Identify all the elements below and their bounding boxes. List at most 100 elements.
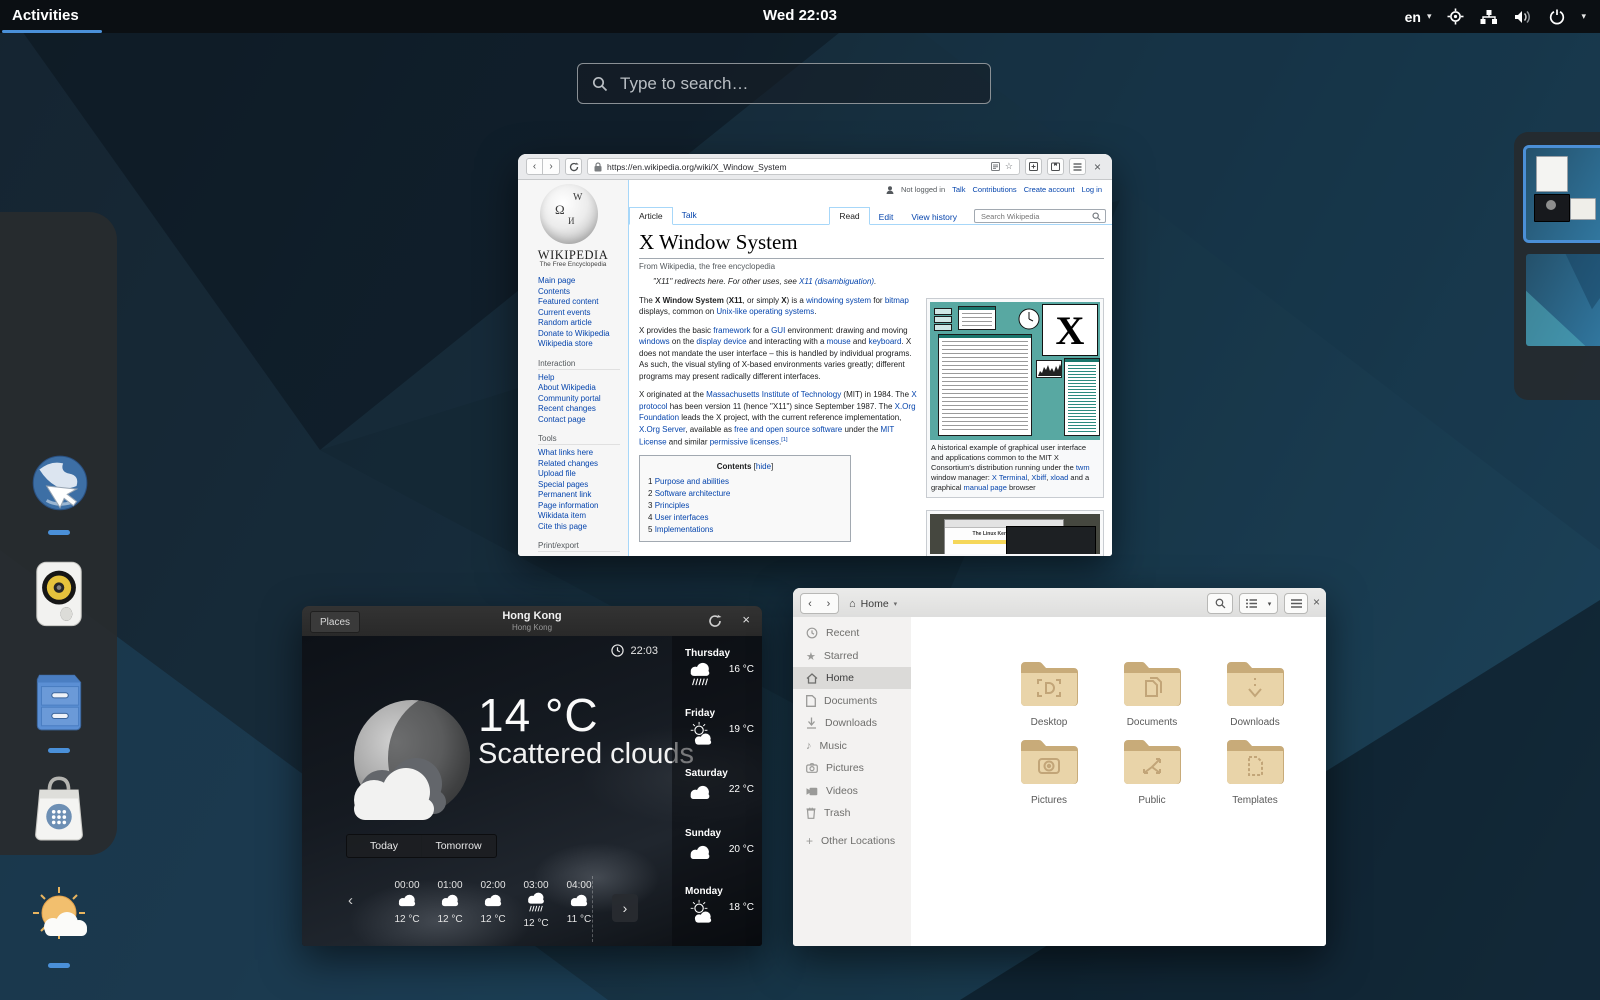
hourly-next-chevron[interactable]: › [612, 894, 638, 922]
nav-link[interactable]: Current events [538, 308, 628, 319]
nav-link[interactable]: What links here [538, 448, 628, 459]
nav-link[interactable]: Community portal [538, 394, 628, 405]
tab-talk[interactable]: Talk [673, 207, 706, 225]
sidebar-item-recent[interactable]: Recent [793, 622, 911, 644]
nav-link[interactable]: Upload file [538, 469, 628, 480]
nav-link[interactable]: Donate to Wikipedia [538, 329, 628, 340]
volume-icon[interactable] [1514, 9, 1533, 25]
url-bar[interactable]: https://en.wikipedia.org/wiki/X_Window_S… [587, 158, 1020, 175]
forward-button[interactable]: › [819, 593, 839, 614]
sidebar-item-home[interactable]: Home [793, 667, 911, 689]
folder-videos[interactable]: Videos [1315, 737, 1326, 806]
toc-link[interactable]: Implementations [655, 525, 714, 534]
toc-link[interactable]: Principles [655, 501, 690, 510]
dock-app-software[interactable] [25, 768, 93, 846]
nav-link[interactable]: Cite this page [538, 522, 628, 533]
location-icon[interactable] [1447, 8, 1464, 25]
wikipedia-globe-logo[interactable]: Ω W И [540, 184, 598, 244]
toc-link[interactable]: User interfaces [655, 513, 709, 522]
sidebar-item-trash[interactable]: Trash [793, 802, 911, 824]
folder-music[interactable]: Music [1315, 659, 1326, 728]
forward-button[interactable]: › [543, 158, 560, 175]
workspace-thumbnail-1[interactable] [1526, 148, 1600, 240]
search-input[interactable] [618, 73, 976, 95]
nav-link[interactable]: Special pages [538, 480, 628, 491]
overview-search[interactable] [577, 63, 991, 104]
today-button[interactable]: Today [346, 834, 422, 858]
talk-link[interactable]: Talk [952, 185, 965, 194]
sidebar-button[interactable] [1025, 158, 1042, 175]
wikipedia-search-box[interactable] [974, 209, 1106, 223]
close-button[interactable]: × [1091, 160, 1104, 174]
folder-pictures[interactable]: Pictures [1006, 737, 1092, 806]
nav-link[interactable]: Random article [538, 318, 628, 329]
files-window[interactable]: ‹ › ⌂ Home ▾ ▾ [793, 588, 1326, 946]
create-account-link[interactable]: Create account [1024, 185, 1075, 194]
nav-link[interactable]: Contact page [538, 415, 628, 426]
menu-button[interactable] [1069, 158, 1086, 175]
nav-link[interactable]: Page information [538, 501, 628, 512]
menu-button[interactable] [1284, 593, 1308, 614]
folder-downloads[interactable]: Downloads [1212, 659, 1298, 728]
sidebar-item-downloads[interactable]: Downloads [793, 712, 911, 734]
view-toggle-button[interactable] [1239, 593, 1263, 614]
folder-public[interactable]: Public [1109, 737, 1195, 806]
sidebar-item-other-locations[interactable]: + Other Locations [793, 830, 911, 852]
clock-button[interactable]: Wed 22:03 [0, 7, 1600, 24]
reader-mode-icon[interactable] [991, 162, 1000, 171]
view-options-chevron[interactable]: ▾ [1262, 593, 1278, 614]
toc-hide-link[interactable]: hide [756, 462, 771, 471]
reload-button[interactable] [565, 158, 582, 175]
show-applications-button[interactable] [31, 994, 89, 1000]
nav-link[interactable]: Featured content [538, 297, 628, 308]
tab-read[interactable]: Read [829, 207, 869, 225]
network-wired-icon[interactable] [1480, 9, 1498, 25]
nav-link[interactable]: Wikidata item [538, 511, 628, 522]
nav-link[interactable]: Wikipedia store [538, 339, 628, 350]
toc-link[interactable]: Purpose and abilities [655, 477, 729, 486]
library-button[interactable] [1047, 158, 1064, 175]
system-menu-chevron-icon[interactable]: ▾ [1581, 11, 1586, 22]
folder-templates[interactable]: Templates [1212, 737, 1298, 806]
back-button[interactable]: ‹ [800, 593, 820, 614]
log-in-link[interactable]: Log in [1082, 185, 1102, 194]
dock-app-files[interactable] [25, 664, 93, 738]
dock-app-weather[interactable] [25, 880, 93, 956]
tab-article[interactable]: Article [629, 207, 673, 225]
nav-link[interactable]: Permanent link [538, 490, 628, 501]
wikipedia-search-input[interactable] [979, 211, 1092, 222]
weather-window[interactable]: Places Hong Kong Hong Kong × 22:03 [302, 606, 762, 946]
dock-app-web-browser[interactable] [25, 452, 93, 518]
bookmark-star-icon[interactable]: ☆ [1005, 161, 1013, 172]
nav-link[interactable]: Main page [538, 276, 628, 287]
nav-link[interactable]: Help [538, 373, 628, 384]
sidebar-item-music[interactable]: ♪ Music [793, 735, 911, 757]
sidebar-item-documents[interactable]: Documents [793, 690, 911, 712]
tomorrow-button[interactable]: Tomorrow [421, 834, 497, 858]
second-thumbnail[interactable]: The Linux Kernel Archives [926, 510, 1104, 556]
workspace-thumbnail-2[interactable] [1526, 254, 1600, 346]
nav-link[interactable]: Recent changes [538, 404, 628, 415]
historical-x-thumbnail[interactable]: X A historical example of graphical user… [926, 298, 1104, 498]
power-icon[interactable] [1549, 9, 1565, 25]
nav-link[interactable]: Contents [538, 287, 628, 298]
nav-link[interactable]: Related changes [538, 459, 628, 470]
tab-edit[interactable]: Edit [870, 209, 903, 225]
folder-documents[interactable]: Documents [1109, 659, 1195, 728]
tab-view-history[interactable]: View history [902, 209, 966, 225]
refresh-icon[interactable] [708, 614, 722, 628]
sidebar-item-videos[interactable]: Videos [793, 780, 911, 802]
close-icon[interactable]: × [1313, 595, 1320, 609]
hourly-prev-chevron[interactable]: ‹ [348, 892, 353, 909]
nav-link[interactable]: About Wikipedia [538, 383, 628, 394]
dock-app-music-player[interactable] [25, 558, 93, 632]
sidebar-item-pictures[interactable]: Pictures [793, 757, 911, 779]
contributions-link[interactable]: Contributions [972, 185, 1016, 194]
browser-window[interactable]: ‹ › https://en.wikipedia.org/wiki/X_Wind… [518, 154, 1112, 556]
sidebar-item-starred[interactable]: ★ Starred [793, 645, 911, 667]
close-icon[interactable]: × [742, 612, 750, 627]
keyboard-layout-button[interactable]: en ▾ [1405, 9, 1432, 25]
path-button[interactable]: ⌂ Home ▾ [849, 593, 897, 614]
search-button[interactable] [1207, 593, 1233, 614]
back-button[interactable]: ‹ [526, 158, 543, 175]
